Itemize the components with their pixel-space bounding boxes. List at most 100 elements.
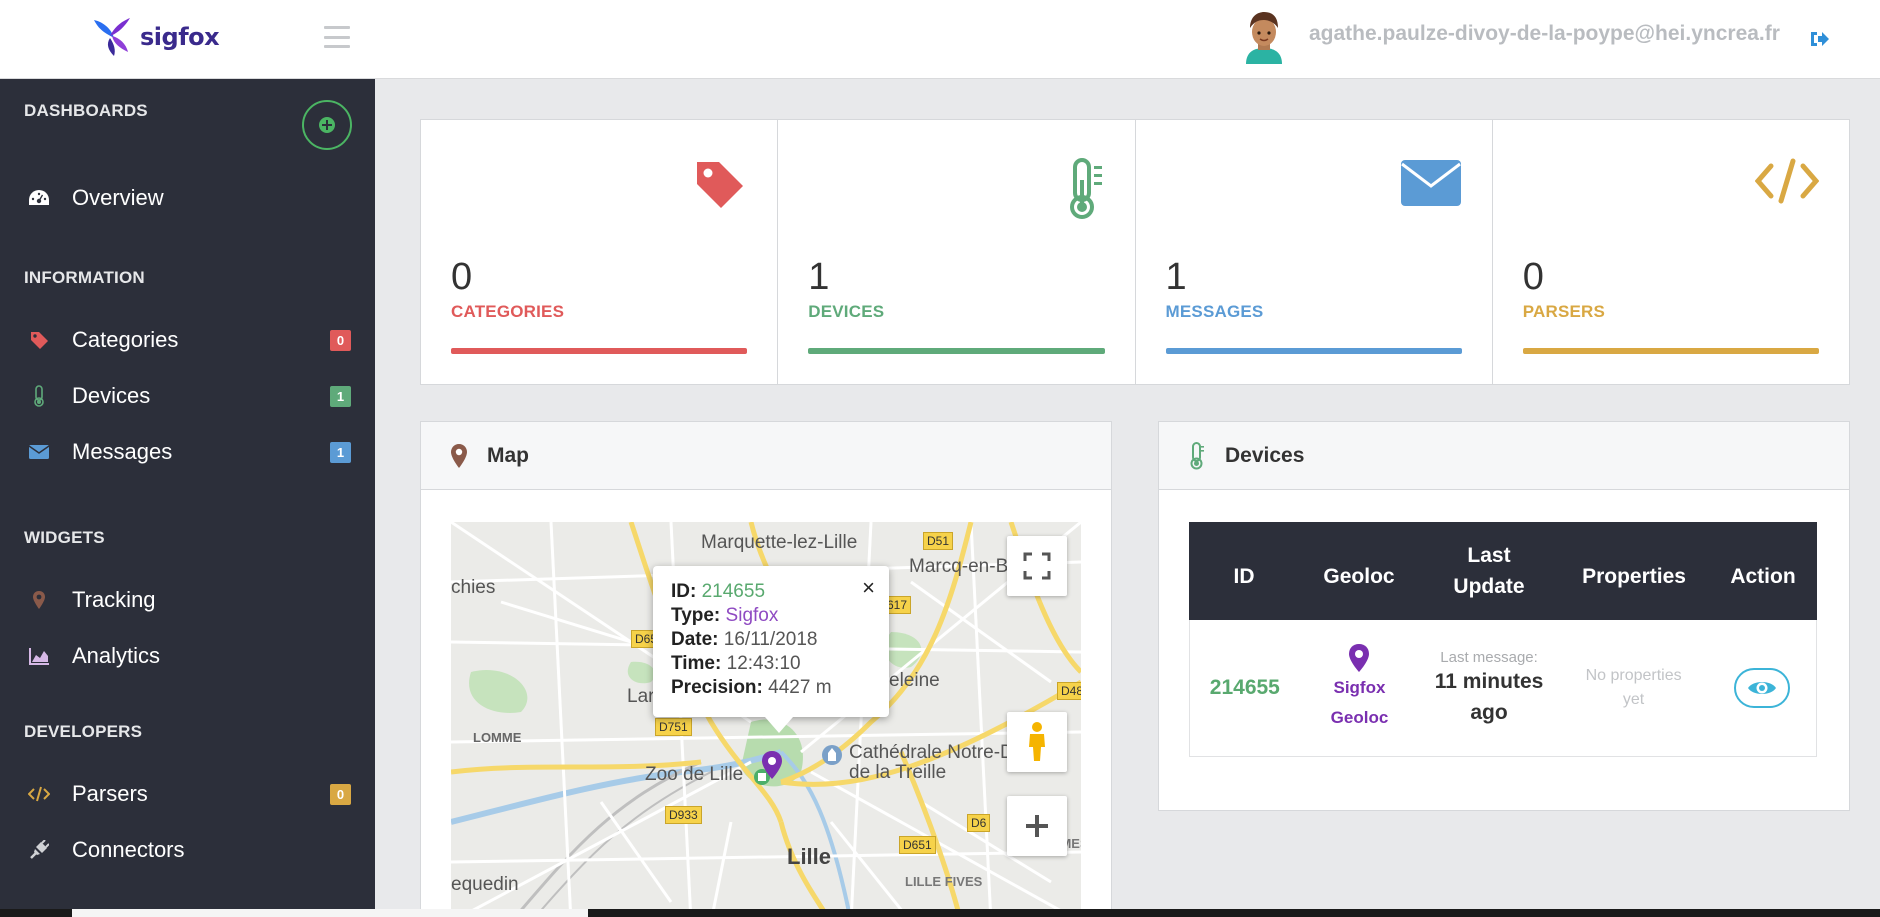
- map-place-label: Cathédrale Notre-D: [849, 742, 1014, 763]
- sidebar-item-analytics[interactable]: Analytics: [0, 628, 375, 684]
- section-widgets: WIDGETS: [24, 528, 105, 547]
- column-header-last-update[interactable]: Last Update: [1419, 522, 1559, 620]
- stat-label: CATEGORIES: [451, 302, 565, 321]
- zoom-in-button[interactable]: [1007, 796, 1067, 856]
- stat-card-parsers[interactable]: 0 PARSERS: [1493, 120, 1849, 384]
- popup-time-row: Time: 12:43:10: [671, 652, 871, 676]
- map-view[interactable]: Marquette-lez-Lille Marcq-en-B chies LOM…: [451, 522, 1081, 917]
- top-header: sigfox agathe.paulze-divoy-de-la-poype@h…: [0, 0, 1880, 79]
- street-view-button[interactable]: [1007, 712, 1067, 772]
- properties-text: yet: [1622, 691, 1645, 708]
- sidebar-item-connectors[interactable]: Connectors: [0, 822, 375, 878]
- avatar[interactable]: [1238, 8, 1290, 64]
- device-id[interactable]: 214655: [1210, 676, 1280, 700]
- popup-date-row: Date: 16/11/2018: [671, 628, 871, 652]
- stat-card-messages[interactable]: 1 MESSAGES: [1136, 120, 1493, 384]
- popup-pointer: [765, 717, 793, 733]
- sidebar-item-categories[interactable]: Categories 0: [0, 312, 375, 368]
- cathedral-icon[interactable]: [821, 744, 843, 766]
- plus-circle-icon: [319, 117, 335, 133]
- plug-icon: [27, 838, 51, 862]
- column-header-properties[interactable]: Properties: [1559, 522, 1709, 620]
- map-marker-icon: [1349, 644, 1370, 672]
- panel-title: Map: [487, 443, 529, 467]
- fullscreen-icon: [1023, 552, 1051, 580]
- sigfox-logo[interactable]: sigfox: [90, 16, 220, 58]
- road-sign: D751: [655, 718, 692, 736]
- stat-underline: [1522, 348, 1819, 354]
- road-sign: D51: [923, 532, 954, 550]
- popup-label: Date:: [671, 629, 719, 650]
- sidebar-item-devices[interactable]: Devices 1: [0, 368, 375, 424]
- stat-value: 0: [451, 256, 473, 298]
- table-header: ID Geoloc Last Update Properties Action: [1189, 522, 1817, 620]
- stat-underline: [451, 348, 748, 354]
- count-badge: 0: [330, 783, 351, 805]
- map-place-label: Lille: [787, 844, 832, 869]
- devices-panel: Devices ID Geoloc Last Update Properties…: [1158, 421, 1850, 811]
- sidebar: DASHBOARDS Overview INFORMATION Categori…: [0, 79, 375, 917]
- view-device-button[interactable]: [1734, 668, 1791, 708]
- popup-type-row: Type: Sigfox: [671, 604, 871, 628]
- area-chart-icon: [27, 644, 51, 668]
- sidebar-item-tracking[interactable]: Tracking: [0, 572, 375, 628]
- popup-label: Precision:: [671, 677, 763, 698]
- geoloc-label: Sigfox: [1333, 678, 1386, 697]
- code-icon: [1755, 158, 1819, 204]
- map-place-label: LOMME: [473, 730, 522, 745]
- stat-value: 0: [1522, 256, 1544, 298]
- envelope-icon: [27, 440, 51, 464]
- road-sign: D933: [665, 806, 702, 824]
- fullscreen-button[interactable]: [1007, 536, 1067, 596]
- logout-icon[interactable]: [1808, 28, 1830, 50]
- count-badge: 0: [330, 329, 351, 351]
- sidebar-item-overview[interactable]: Overview: [0, 170, 375, 226]
- stat-value: 1: [808, 256, 830, 298]
- sidebar-item-label: Messages: [72, 439, 173, 464]
- road-sign: D48: [1057, 682, 1081, 700]
- pegman-icon: [1029, 722, 1045, 761]
- map-place-label: chies: [451, 577, 496, 598]
- sidebar-item-label: Connectors: [72, 837, 185, 862]
- close-icon[interactable]: ×: [862, 576, 875, 600]
- map-place-label: de la Treille: [849, 762, 947, 783]
- plus-icon: [1026, 815, 1048, 837]
- thermometer-icon: [1186, 441, 1208, 470]
- road-sign: D6: [967, 814, 991, 832]
- map-marker-icon: [27, 588, 51, 612]
- envelope-icon: [1400, 160, 1461, 206]
- popup-value: Sigfox: [725, 605, 779, 626]
- sidebar-item-label: Parsers: [72, 781, 148, 806]
- sidebar-item-label: Analytics: [72, 643, 161, 668]
- user-email[interactable]: agathe.paulze-divoy-de-la-poype@hei.yncr…: [1309, 22, 1780, 46]
- panel-title: Devices: [1225, 443, 1305, 467]
- table-row: 214655 Sigfox Geoloc Last message: 11 mi…: [1189, 620, 1817, 757]
- sidebar-item-parsers[interactable]: Parsers 0: [0, 766, 375, 822]
- device-info-popup: × ID: 214655 Type: Sigfox Date: 16/11/20…: [653, 566, 889, 733]
- devices-panel-header: Devices: [1159, 422, 1849, 490]
- popup-label: Type:: [671, 605, 721, 626]
- map-panel-header: Map: [421, 422, 1111, 490]
- column-header-action[interactable]: Action: [1709, 522, 1817, 620]
- popup-id-row: ID: 214655: [671, 580, 871, 604]
- map-place-label: Lar: [627, 686, 655, 707]
- eye-icon: [1748, 682, 1777, 694]
- column-header-geoloc[interactable]: Geoloc: [1299, 522, 1419, 620]
- popup-value: 4427 m: [768, 677, 832, 698]
- section-developers: DEVELOPERS: [24, 722, 143, 741]
- tag-icon: [697, 162, 744, 208]
- stat-card-categories[interactable]: 0 CATEGORIES: [421, 120, 779, 384]
- map-place-label: Marquette-lez-Lille: [701, 532, 858, 553]
- devices-table: ID Geoloc Last Update Properties Action …: [1189, 522, 1817, 757]
- map-place-label: LILLE FIVES: [905, 874, 983, 889]
- column-header-id[interactable]: ID: [1189, 522, 1299, 620]
- sidebar-item-messages[interactable]: Messages 1: [0, 424, 375, 480]
- stat-underline: [1165, 348, 1462, 354]
- thermometer-icon: [27, 384, 51, 408]
- last-message-label: Last message:: [1440, 648, 1538, 666]
- stat-label: PARSERS: [1522, 302, 1606, 321]
- menu-toggle-icon[interactable]: [324, 26, 350, 48]
- add-dashboard-button[interactable]: [302, 100, 352, 150]
- device-location-marker-icon[interactable]: [761, 750, 783, 780]
- stat-card-devices[interactable]: 1 DEVICES: [778, 120, 1136, 384]
